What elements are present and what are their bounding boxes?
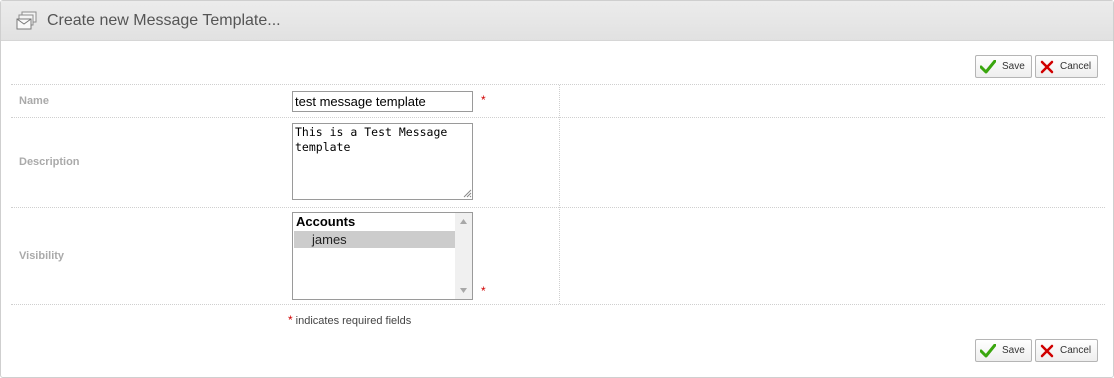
checkmark-icon	[980, 59, 996, 73]
scroll-up-arrow[interactable]	[455, 213, 472, 230]
list-item[interactable]: james	[294, 231, 456, 248]
required-marker: *	[481, 284, 486, 298]
visibility-listbox[interactable]: Accounts james	[292, 212, 473, 300]
accounts-optgroup-label: Accounts	[296, 214, 356, 229]
name-input[interactable]	[292, 91, 473, 112]
panel-header: Create new Message Template...	[1, 1, 1113, 41]
save-button[interactable]: Save	[975, 339, 1032, 362]
description-textarea[interactable]: This is a Test Message template	[292, 123, 473, 200]
triangle-up-icon	[460, 219, 467, 224]
cancel-button[interactable]: Cancel	[1035, 55, 1099, 78]
description-label: Description	[19, 156, 80, 168]
page-title: Create new Message Template...	[47, 12, 281, 29]
required-marker: *	[288, 313, 293, 327]
row-divider	[11, 207, 1105, 208]
column-divider	[559, 85, 560, 304]
listbox-scrollbar[interactable]	[455, 213, 472, 299]
save-button-label: Save	[1002, 61, 1025, 72]
scroll-down-arrow[interactable]	[455, 282, 472, 299]
checkmark-icon	[980, 343, 996, 357]
message-template-panel: Create new Message Template... Save Canc…	[0, 0, 1114, 378]
cancel-button[interactable]: Cancel	[1035, 339, 1099, 362]
save-button-label: Save	[1002, 345, 1025, 356]
resize-grip-icon[interactable]	[463, 189, 472, 198]
required-marker: *	[481, 93, 486, 107]
x-icon	[1040, 60, 1054, 73]
required-fields-note: * indicates required fields	[288, 313, 411, 327]
required-fields-text: indicates required fields	[295, 315, 412, 327]
visibility-label: Visibility	[19, 250, 65, 262]
row-divider	[11, 304, 1105, 305]
save-button[interactable]: Save	[975, 55, 1032, 78]
template-icon	[16, 11, 37, 30]
x-icon	[1040, 344, 1054, 357]
row-divider	[11, 117, 1105, 118]
name-label: Name	[19, 95, 49, 107]
cancel-button-label: Cancel	[1060, 345, 1092, 356]
cancel-button-label: Cancel	[1060, 61, 1092, 72]
row-divider	[11, 84, 1105, 85]
triangle-down-icon	[460, 288, 467, 293]
